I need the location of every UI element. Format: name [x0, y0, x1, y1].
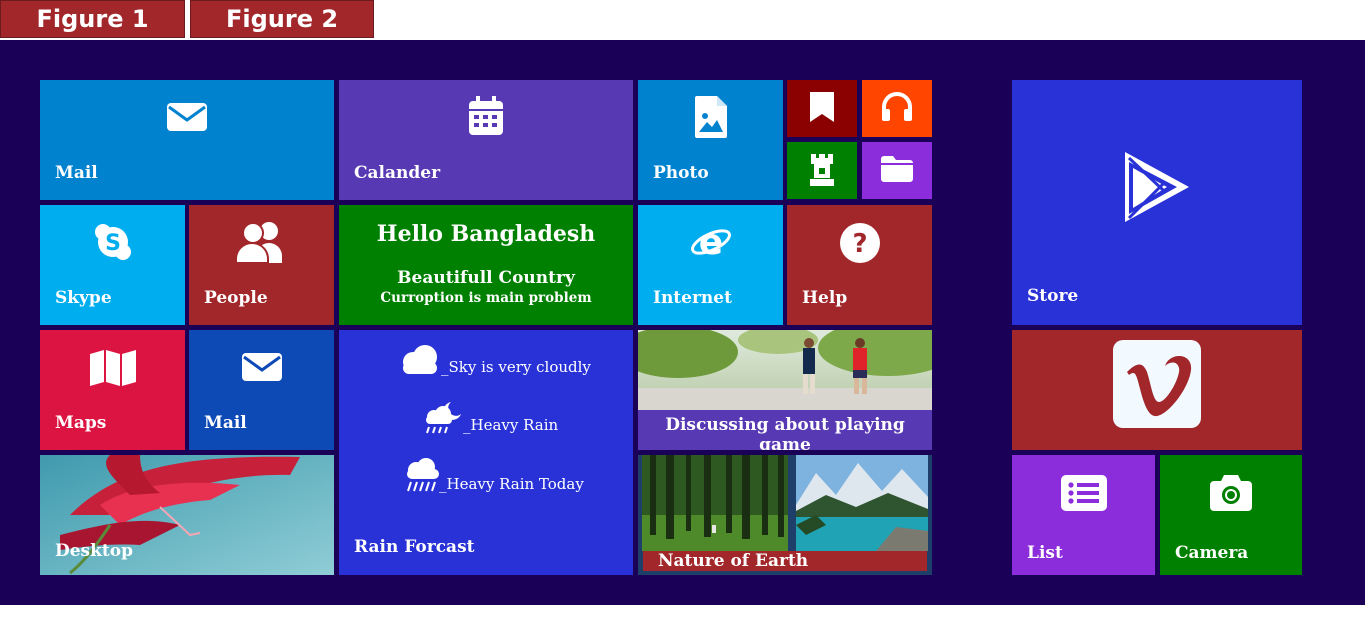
- help-tile[interactable]: ? Help: [787, 205, 932, 325]
- vimeo-tile[interactable]: [1012, 330, 1302, 450]
- tab-figure-1-label: Figure 1: [36, 5, 149, 33]
- music-tile[interactable]: [862, 80, 932, 137]
- svg-text:S: S: [105, 231, 121, 256]
- svg-text:?: ?: [852, 229, 867, 259]
- camera-label: Camera: [1175, 543, 1249, 563]
- lake-photo: [796, 455, 928, 551]
- internet-explorer-icon: e: [690, 222, 731, 263]
- internet-label: Internet: [653, 288, 732, 308]
- cloud-icon: [403, 345, 437, 374]
- start-screen: Mail Calander Photo S Skype People Hello…: [0, 40, 1365, 605]
- mail-tile[interactable]: Mail: [40, 80, 334, 200]
- skype-label: Skype: [55, 288, 112, 308]
- mail-2-label: Mail: [204, 413, 247, 433]
- envelope-icon: [241, 353, 282, 381]
- list-label: List: [1027, 543, 1063, 563]
- forecast-3: _Heavy Rain Today: [439, 475, 584, 493]
- hello-title: Hello Bangladesh: [376, 221, 596, 247]
- maps-tile[interactable]: Maps: [40, 330, 185, 450]
- tab-figure-2-label: Figure 2: [225, 5, 339, 33]
- forecast-1: _Sky is very cloudly: [441, 358, 591, 376]
- help-icon: ?: [839, 223, 880, 263]
- desktop-label: Desktop: [55, 541, 133, 561]
- calendar-tile[interactable]: Calander: [339, 80, 633, 200]
- mail-tile-2[interactable]: Mail: [189, 330, 334, 450]
- tab-figure-1[interactable]: Figure 1: [0, 0, 185, 38]
- folder-tile[interactable]: [862, 142, 932, 199]
- calendar-label: Calander: [354, 163, 441, 183]
- skype-icon: S: [94, 224, 131, 260]
- list-icon: [1060, 475, 1107, 511]
- rain-forecast-label: Rain Forcast: [354, 537, 475, 557]
- people-icon: [235, 222, 282, 263]
- maps-label: Maps: [55, 413, 107, 433]
- people-label: People: [204, 288, 268, 308]
- bookmark-icon: [810, 92, 834, 122]
- store-label: Store: [1027, 286, 1079, 306]
- people-tile[interactable]: People: [189, 205, 334, 325]
- hello-line-1: Beautifull Country: [397, 268, 575, 288]
- image-file-icon: [694, 96, 727, 138]
- headphones-icon: [882, 92, 912, 121]
- nature-label: Nature of Earth: [658, 551, 809, 571]
- rain-forecast-tile[interactable]: _Sky is very cloudly _Heavy Rain _Heavy …: [339, 330, 633, 575]
- chess-tile[interactable]: [787, 142, 857, 199]
- skype-tile[interactable]: S Skype: [40, 205, 185, 325]
- envelope-icon: [167, 103, 207, 131]
- camera-icon: [1210, 475, 1252, 511]
- mail-label: Mail: [55, 163, 98, 183]
- forest-photo: [642, 455, 788, 551]
- tab-figure-2[interactable]: Figure 2: [190, 0, 374, 38]
- list-tile[interactable]: List: [1012, 455, 1155, 575]
- store-tile[interactable]: Store: [1012, 80, 1302, 325]
- hello-bangladesh-tile[interactable]: Hello Bangladesh Beautifull Country Curr…: [339, 205, 633, 325]
- nature-caption-bar: Nature of Earth: [643, 551, 927, 571]
- game-photo: [638, 330, 932, 410]
- photo-tile[interactable]: Photo: [638, 80, 783, 200]
- camera-tile[interactable]: Camera: [1160, 455, 1302, 575]
- heavy-rain-icon: [407, 458, 439, 492]
- vimeo-icon: [1113, 340, 1201, 428]
- internet-tile[interactable]: e Internet: [638, 205, 783, 325]
- rainy-night-icon: [426, 402, 461, 434]
- bookmark-tile[interactable]: [787, 80, 857, 137]
- game-tile[interactable]: Discussing about playing game: [638, 330, 932, 450]
- map-icon: [89, 350, 136, 386]
- desktop-tile[interactable]: Desktop: [40, 455, 334, 575]
- forecast-2: _Heavy Rain: [463, 416, 559, 434]
- calendar-icon: [469, 96, 503, 135]
- game-label: Discussing about playing game: [665, 415, 905, 450]
- hello-line-2: Curroption is main problem: [380, 290, 592, 306]
- svg-text:e: e: [698, 222, 722, 263]
- chess-rook-icon: [810, 154, 834, 186]
- photo-label: Photo: [653, 163, 709, 183]
- help-label: Help: [802, 288, 848, 308]
- nature-tile[interactable]: Nature of Earth: [638, 455, 932, 575]
- play-store-icon: [1125, 152, 1189, 222]
- folder-icon: [881, 156, 913, 182]
